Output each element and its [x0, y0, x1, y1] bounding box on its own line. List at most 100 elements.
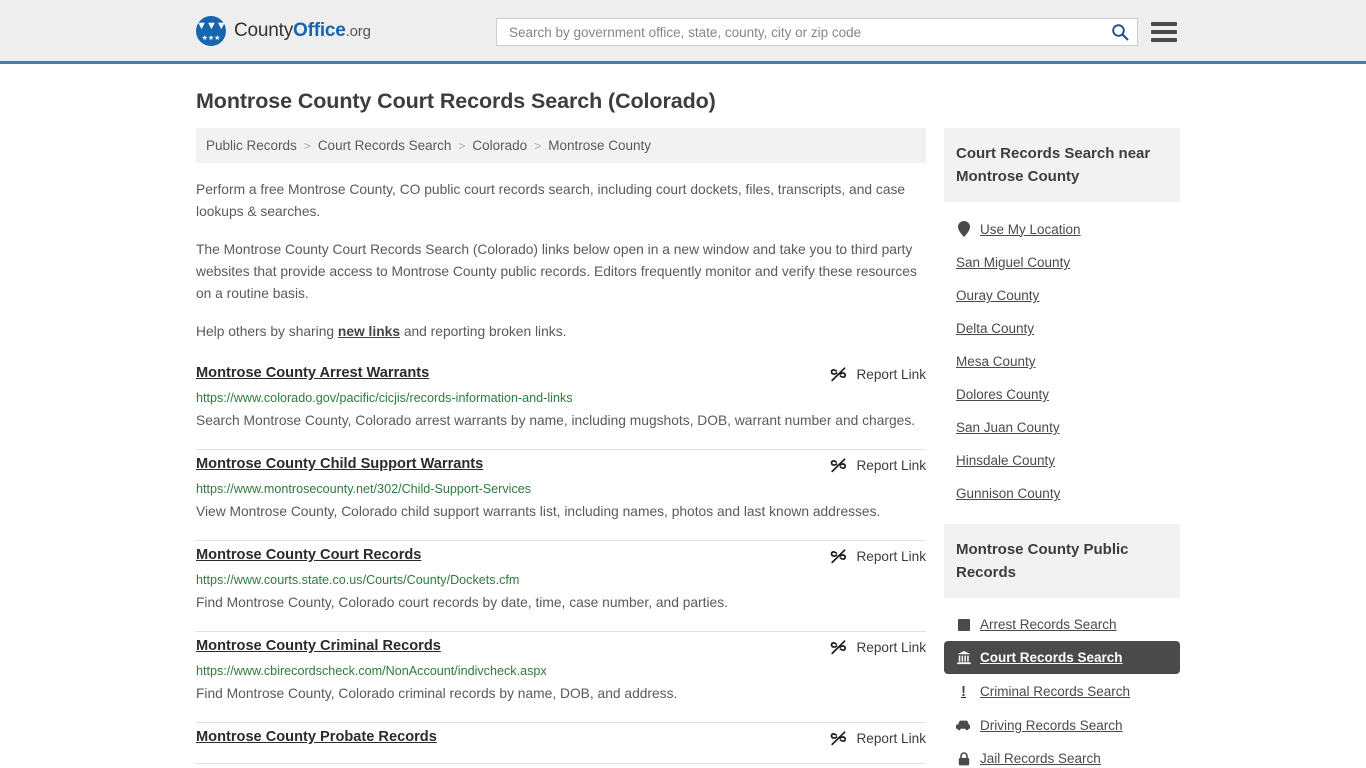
logo-text-county: County — [234, 20, 293, 41]
main-column: Public Records > Court Records Search > Colo… — [196, 128, 926, 764]
intro-paragraph-3: Help others by sharing new links and rep… — [196, 321, 926, 343]
broken-link-icon — [830, 639, 847, 656]
result-title-link[interactable]: Montrose County Criminal Records — [196, 638, 441, 654]
public-records-link-label: Court Records Search — [980, 650, 1123, 665]
result-item: Montrose County Probate Records Report Li… — [196, 723, 926, 764]
nearby-link-label: San Miguel County — [956, 255, 1070, 270]
map-pin-icon — [956, 221, 971, 237]
header-search-area — [496, 18, 1177, 46]
public-records-link-driving-records-search[interactable]: Driving Records Search — [944, 709, 1180, 742]
logo-text: CountyOffice.org — [234, 20, 371, 42]
result-title-link[interactable]: Montrose County Court Records — [196, 547, 421, 563]
public-records-heading: Montrose County Public Records — [944, 524, 1180, 598]
car-icon — [956, 720, 971, 731]
intro-text: Perform a free Montrose County, CO publi… — [196, 179, 926, 343]
sidebar: Court Records Search near Montrose Count… — [944, 128, 1180, 768]
search-box[interactable] — [496, 18, 1138, 46]
broken-link-icon — [830, 457, 847, 474]
breadcrumb-separator: > — [458, 139, 465, 153]
result-description: Find Montrose County, Colorado criminal … — [196, 682, 926, 706]
nearby-links: Use My Location San Miguel County Ouray Co… — [944, 202, 1180, 510]
result-title-link[interactable]: Montrose County Child Support Warrants — [196, 456, 483, 472]
public-records-link-label: Arrest Records Search — [980, 617, 1117, 632]
intro-p3-before: Help others by sharing — [196, 324, 338, 339]
public-records-card: Montrose County Public Records Arrest Re… — [944, 524, 1180, 768]
result-header: Montrose County Child Support Warrants Re… — [196, 456, 926, 474]
page-container: Montrose County Court Records Search (Co… — [0, 89, 1366, 768]
lock-icon — [956, 752, 971, 766]
result-description: Find Montrose County, Colorado court rec… — [196, 591, 926, 615]
result-item: Montrose County Court Records Report Link… — [196, 541, 926, 632]
result-title-link[interactable]: Montrose County Probate Records — [196, 729, 437, 745]
report-link-label: Report Link — [856, 549, 926, 564]
eagle-seal-icon: ▼▼▼ ★★★ — [196, 16, 226, 46]
report-link-button[interactable]: Report Link — [830, 365, 926, 383]
breadcrumb-item-1[interactable]: Public Records — [206, 138, 297, 153]
search-input[interactable] — [507, 19, 1109, 45]
nearby-link-label: Use My Location — [980, 222, 1081, 237]
report-link-button[interactable]: Report Link — [830, 638, 926, 656]
nearby-link-label: Delta County — [956, 321, 1034, 336]
hamburger-bar — [1151, 30, 1177, 34]
nearby-link-dolores-county[interactable]: Dolores County — [944, 378, 1180, 411]
content-columns: Public Records > Court Records Search > Colo… — [196, 128, 1170, 768]
public-records-link-label: Driving Records Search — [980, 718, 1123, 733]
report-link-button[interactable]: Report Link — [830, 547, 926, 565]
hamburger-menu-icon[interactable] — [1151, 22, 1177, 42]
nearby-link-use-my-location[interactable]: Use My Location — [944, 212, 1180, 246]
nearby-link-hinsdale-county[interactable]: Hinsdale County — [944, 444, 1180, 477]
public-records-link-label: Criminal Records Search — [980, 684, 1130, 699]
breadcrumb-separator: > — [534, 139, 541, 153]
result-header: Montrose County Criminal Records Report L… — [196, 638, 926, 656]
site-header: ▼▼▼ ★★★ CountyOffice.org — [0, 0, 1366, 64]
intro-paragraph-1: Perform a free Montrose County, CO publi… — [196, 179, 926, 223]
intro-p3-after: and reporting broken links. — [400, 324, 566, 339]
result-header: Montrose County Court Records Report Link — [196, 547, 926, 565]
breadcrumb-item-4: Montrose County — [548, 138, 651, 153]
report-link-label: Report Link — [856, 367, 926, 382]
report-link-button[interactable]: Report Link — [830, 456, 926, 474]
breadcrumb-separator: > — [304, 139, 311, 153]
nearby-link-ouray-county[interactable]: Ouray County — [944, 279, 1180, 312]
public-records-link-court-records-search[interactable]: Court Records Search — [944, 641, 1180, 674]
logo-text-org: .org — [346, 23, 371, 40]
site-logo[interactable]: ▼▼▼ ★★★ CountyOffice.org — [196, 16, 371, 46]
result-item: Montrose County Criminal Records Report L… — [196, 632, 926, 723]
nearby-link-label: Ouray County — [956, 288, 1039, 303]
public-records-link-jail-records-search[interactable]: Jail Records Search — [944, 742, 1180, 768]
report-link-label: Report Link — [856, 458, 926, 473]
nearby-link-label: Dolores County — [956, 387, 1049, 402]
search-button[interactable] — [1109, 21, 1131, 43]
nearby-link-san-juan-county[interactable]: San Juan County — [944, 411, 1180, 444]
report-link-label: Report Link — [856, 731, 926, 746]
nearby-link-label: Hinsdale County — [956, 453, 1055, 468]
breadcrumb-item-2[interactable]: Court Records Search — [318, 138, 452, 153]
nearby-link-mesa-county[interactable]: Mesa County — [944, 345, 1180, 378]
breadcrumb-item-3[interactable]: Colorado — [472, 138, 527, 153]
nearby-link-delta-county[interactable]: Delta County — [944, 312, 1180, 345]
breadcrumb: Public Records > Court Records Search > Colo… — [196, 128, 926, 163]
search-icon — [1111, 23, 1129, 41]
report-link-button[interactable]: Report Link — [830, 729, 926, 747]
result-header: Montrose County Probate Records Report Li… — [196, 729, 926, 747]
logo-text-office: Office — [293, 20, 346, 41]
result-title-link[interactable]: Montrose County Arrest Warrants — [196, 365, 429, 381]
public-records-link-label: Jail Records Search — [980, 751, 1101, 766]
exclamation-icon: ! — [956, 683, 971, 700]
intro-paragraph-2: The Montrose County Court Records Search… — [196, 239, 926, 305]
nearby-link-gunnison-county[interactable]: Gunnison County — [944, 477, 1180, 510]
result-description: View Montrose County, Colorado child sup… — [196, 500, 926, 524]
new-links-link[interactable]: new links — [338, 324, 400, 339]
result-item: Montrose County Child Support Warrants Re… — [196, 450, 926, 541]
result-header: Montrose County Arrest Warrants Report Li… — [196, 365, 926, 383]
nearby-link-label: San Juan County — [956, 420, 1060, 435]
public-records-link-arrest-records-search[interactable]: Arrest Records Search — [944, 608, 1180, 641]
public-records-link-criminal-records-search[interactable]: ! Criminal Records Search — [944, 674, 1180, 709]
square-icon — [956, 619, 971, 631]
public-records-links: Arrest Records Search Court Records Searc… — [944, 598, 1180, 768]
broken-link-icon — [830, 366, 847, 383]
result-url: https://www.cbirecordscheck.com/NonAccou… — [196, 664, 926, 678]
nearby-link-san-miguel-county[interactable]: San Miguel County — [944, 246, 1180, 279]
nearby-link-label: Mesa County — [956, 354, 1036, 369]
result-item: Montrose County Arrest Warrants Report Li… — [196, 365, 926, 450]
